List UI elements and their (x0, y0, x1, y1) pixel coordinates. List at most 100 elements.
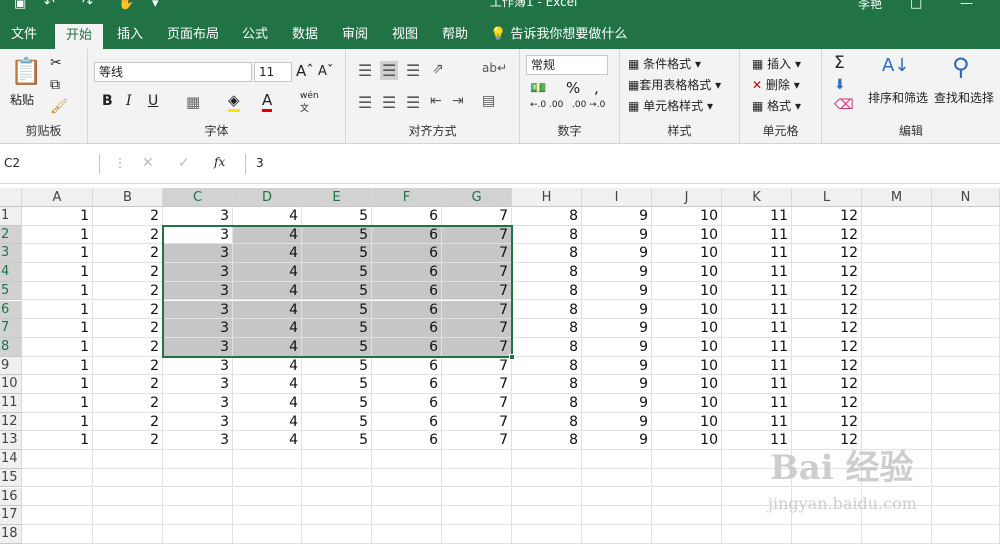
sort-filter-icon[interactable]: A↓ (882, 55, 909, 76)
cell-n14[interactable] (932, 450, 1000, 469)
cell-c11[interactable]: 3 (163, 394, 233, 413)
cell-n10[interactable] (932, 375, 1000, 394)
cell-a10[interactable]: 1 (22, 375, 93, 394)
cell-e12[interactable]: 5 (302, 412, 372, 432)
cell-a11[interactable]: 1 (22, 394, 93, 413)
cell-n13[interactable] (932, 431, 1000, 451)
increase-font-icon[interactable]: Aˆ (296, 62, 314, 80)
cell-m3[interactable] (862, 244, 932, 264)
cell-b5[interactable]: 2 (93, 281, 163, 301)
cell-f7[interactable]: 6 (372, 319, 442, 338)
cell-c17[interactable] (163, 506, 233, 525)
cancel-icon[interactable]: ✕ (142, 155, 154, 171)
cell-a9[interactable]: 1 (22, 356, 93, 376)
cell-f8[interactable]: 6 (372, 337, 442, 357)
cell-d7[interactable]: 4 (233, 319, 302, 338)
cell-a8[interactable]: 1 (22, 337, 93, 357)
cell-m6[interactable] (862, 300, 932, 320)
cell-n15[interactable] (932, 468, 1000, 488)
cell-f9[interactable]: 6 (372, 356, 442, 376)
cell-e16[interactable] (302, 487, 372, 507)
cell-b10[interactable]: 2 (93, 375, 163, 394)
font-color-icon[interactable]: A (262, 91, 273, 112)
cell-j14[interactable] (652, 450, 722, 469)
cell-n8[interactable] (932, 337, 1000, 357)
cell-e1[interactable]: 5 (302, 207, 372, 226)
cell-f10[interactable]: 6 (372, 375, 442, 394)
cell-b18[interactable] (93, 524, 163, 544)
cell-k5[interactable]: 11 (722, 281, 792, 301)
cell-g6[interactable]: 7 (442, 300, 512, 320)
cell-a12[interactable]: 1 (22, 412, 93, 432)
tab-formulas[interactable]: 公式 (234, 20, 276, 49)
cell-a3[interactable]: 1 (22, 244, 93, 264)
row-header-9[interactable]: 9 (0, 356, 22, 376)
number-format-box[interactable]: 常规 (526, 55, 608, 75)
cell-g5[interactable]: 7 (442, 281, 512, 301)
column-header-k[interactable]: K (722, 188, 792, 207)
cell-i18[interactable] (582, 524, 652, 544)
find-select-button[interactable]: 查找和选择 (934, 89, 994, 106)
cell-k6[interactable]: 11 (722, 300, 792, 320)
cell-i14[interactable] (582, 450, 652, 469)
cell-d17[interactable] (233, 506, 302, 525)
cell-n6[interactable] (932, 300, 1000, 320)
cell-i9[interactable]: 9 (582, 356, 652, 376)
cut-icon[interactable]: ✂ (50, 55, 62, 71)
redo-icon[interactable]: ↷ (82, 0, 93, 11)
borders-icon[interactable]: ▦ (186, 93, 200, 111)
cell-d2[interactable]: 4 (233, 225, 302, 245)
cell-c13[interactable]: 3 (163, 431, 233, 451)
cell-d16[interactable] (233, 487, 302, 507)
tell-me-search[interactable]: 💡 告诉我你想要做什么 (490, 20, 630, 49)
row-header-12[interactable]: 12 (0, 412, 22, 432)
cell-n1[interactable] (932, 207, 1000, 226)
cell-h17[interactable] (512, 506, 582, 525)
cell-h1[interactable]: 8 (512, 207, 582, 226)
customize-toolbar-icon[interactable]: ▾ (152, 0, 159, 11)
delete-cells-button[interactable]: ✕ 删除 ▾ (752, 76, 800, 93)
cell-b8[interactable]: 2 (93, 337, 163, 357)
cell-d9[interactable]: 4 (233, 356, 302, 376)
cell-g2[interactable]: 7 (442, 225, 512, 245)
conditional-format-button[interactable]: ▦ 条件格式 ▾ (628, 55, 701, 72)
align-left-icon[interactable]: ☰ (358, 93, 372, 112)
cell-n17[interactable] (932, 506, 1000, 525)
cell-g18[interactable] (442, 524, 512, 544)
cell-e15[interactable] (302, 468, 372, 488)
cell-d12[interactable]: 4 (233, 412, 302, 432)
cell-f5[interactable]: 6 (372, 281, 442, 301)
align-right-icon[interactable]: ☰ (406, 93, 420, 112)
cell-i4[interactable]: 9 (582, 263, 652, 282)
cell-g13[interactable]: 7 (442, 431, 512, 451)
cell-h6[interactable]: 8 (512, 300, 582, 320)
touch-mode-icon[interactable]: ✋ (118, 0, 134, 11)
column-header-i[interactable]: I (582, 188, 652, 207)
column-header-f[interactable]: F (372, 188, 442, 207)
tab-page-layout[interactable]: 页面布局 (160, 20, 226, 49)
cell-a4[interactable]: 1 (22, 263, 93, 282)
cell-l6[interactable]: 12 (792, 300, 862, 320)
cell-k9[interactable]: 11 (722, 356, 792, 376)
cell-h3[interactable]: 8 (512, 244, 582, 264)
currency-icon[interactable]: 💵 (530, 81, 546, 96)
font-size-box[interactable]: 11 (254, 62, 292, 82)
cell-b12[interactable]: 2 (93, 412, 163, 432)
cell-j13[interactable]: 10 (652, 431, 722, 451)
copy-icon[interactable]: ⧉ (50, 77, 60, 93)
cell-i5[interactable]: 9 (582, 281, 652, 301)
cell-d13[interactable]: 4 (233, 431, 302, 451)
cell-c6[interactable]: 3 (163, 300, 233, 320)
cell-n12[interactable] (932, 412, 1000, 432)
cell-j5[interactable]: 10 (652, 281, 722, 301)
cell-d10[interactable]: 4 (233, 375, 302, 394)
fill-color-icon[interactable]: ◈ (228, 91, 240, 112)
cell-g3[interactable]: 7 (442, 244, 512, 264)
tab-view[interactable]: 视图 (384, 20, 426, 49)
tab-insert[interactable]: 插入 (109, 20, 151, 49)
cell-h12[interactable]: 8 (512, 412, 582, 432)
cell-i16[interactable] (582, 487, 652, 507)
ribbon-display-icon[interactable]: □ (910, 0, 922, 11)
column-header-n[interactable]: N (932, 188, 1000, 207)
bold-button[interactable]: B (102, 93, 113, 109)
